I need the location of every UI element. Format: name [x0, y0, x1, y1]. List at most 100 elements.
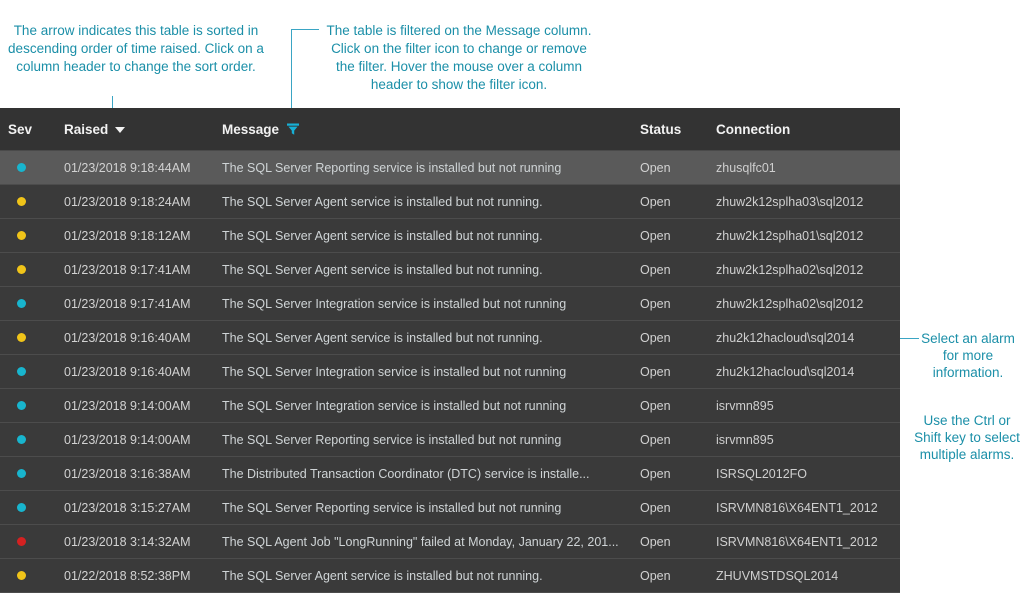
cell-message: The SQL Agent Job "LongRunning" failed a…	[222, 534, 619, 549]
table-row[interactable]: 01/23/2018 9:16:40AM The SQL Server Agent…	[0, 321, 900, 355]
table-row[interactable]: 01/23/2018 9:16:40AM The SQL Server Integ…	[0, 355, 900, 389]
cell-connection: isrvmn895	[716, 398, 774, 413]
cell-time: 01/22/2018 8:52:38PM	[64, 568, 191, 583]
cell-time: 01/23/2018 9:16:40AM	[64, 330, 191, 345]
column-header-connection[interactable]: Connection	[716, 122, 896, 137]
cell-severity	[0, 299, 64, 308]
cell-status: Open	[640, 398, 671, 413]
cell-status: Open	[640, 194, 671, 209]
cell-time: 01/23/2018 9:18:44AM	[64, 160, 191, 175]
leader-line-filter-horizontal	[291, 29, 319, 30]
severity-warning-icon	[17, 197, 26, 206]
cell-time: 01/23/2018 9:18:24AM	[64, 194, 191, 209]
cell-connection: ISRVMN816\X64ENT1_2012	[716, 500, 878, 515]
cell-message: The SQL Server Reporting service is inst…	[222, 500, 562, 515]
severity-warning-icon	[17, 265, 26, 274]
cell-status: Open	[640, 364, 671, 379]
table-row[interactable]: 01/23/2018 9:14:00AM The SQL Server Repor…	[0, 423, 900, 457]
cell-status: Open	[640, 330, 671, 345]
cell-severity	[0, 401, 64, 410]
cell-message: The SQL Server Reporting service is inst…	[222, 160, 562, 175]
cell-connection: ISRSQL2012FO	[716, 466, 808, 481]
cell-time: 01/23/2018 3:16:38AM	[64, 466, 191, 481]
severity-warning-icon	[17, 571, 26, 580]
cell-message: The SQL Server Agent service is installe…	[222, 568, 543, 583]
sort-descending-arrow-icon[interactable]	[115, 126, 126, 133]
table-row[interactable]: 01/23/2018 3:14:32AM The SQL Agent Job "L…	[0, 525, 900, 559]
cell-status: Open	[640, 534, 671, 549]
filter-funnel-icon[interactable]	[286, 122, 300, 136]
column-header-raised-label: Raised	[64, 121, 109, 137]
severity-critical-icon	[17, 537, 26, 546]
cell-connection: zhusqlfc01	[716, 160, 776, 175]
cell-time: 01/23/2018 9:17:41AM	[64, 296, 191, 311]
severity-warning-icon	[17, 333, 26, 342]
cell-message: The SQL Server Integration service is in…	[222, 398, 567, 413]
cell-message: The SQL Server Agent service is installe…	[222, 228, 543, 243]
table-header-row: Sev Raised Message Status Connection	[0, 108, 900, 151]
cell-message: The SQL Server Agent service is installe…	[222, 330, 543, 345]
table-row[interactable]: 01/23/2018 9:17:41AM The SQL Server Integ…	[0, 287, 900, 321]
column-header-raised[interactable]: Raised	[64, 122, 222, 137]
cell-connection: zhuw2k12splha03\sql2012	[716, 194, 864, 209]
column-header-sev[interactable]: Sev	[0, 122, 64, 137]
annotation-select-alarm: Select an alarm for more information.	[921, 331, 1015, 380]
severity-info-icon	[17, 435, 26, 444]
table-row[interactable]: 01/23/2018 3:15:27AM The SQL Server Repor…	[0, 491, 900, 525]
cell-status: Open	[640, 568, 671, 583]
alarms-table[interactable]: Sev Raised Message Status Connection 01/…	[0, 108, 900, 593]
cell-status: Open	[640, 262, 671, 277]
cell-severity	[0, 265, 64, 274]
cell-severity	[0, 163, 64, 172]
column-header-status[interactable]: Status	[640, 122, 716, 137]
cell-time: 01/23/2018 3:14:32AM	[64, 534, 191, 549]
table-row[interactable]: 01/23/2018 9:17:41AM The SQL Server Agent…	[0, 253, 900, 287]
column-header-connection-label: Connection	[716, 121, 791, 137]
table-row[interactable]: 01/23/2018 9:18:44AM The SQL Server Repor…	[0, 151, 900, 185]
cell-connection: ISRVMN816\X64ENT1_2012	[716, 534, 878, 549]
table-row[interactable]: 01/23/2018 9:18:12AM The SQL Server Agent…	[0, 219, 900, 253]
cell-status: Open	[640, 228, 671, 243]
column-header-status-label: Status	[640, 121, 682, 137]
cell-connection: zhu2k12hacloud\sql2014	[716, 364, 855, 379]
severity-info-icon	[17, 367, 26, 376]
cell-message: The SQL Server Reporting service is inst…	[222, 432, 562, 447]
cell-message: The SQL Server Agent service is installe…	[222, 194, 543, 209]
table-row[interactable]: 01/23/2018 9:14:00AM The SQL Server Integ…	[0, 389, 900, 423]
cell-status: Open	[640, 500, 671, 515]
cell-status: Open	[640, 296, 671, 311]
cell-severity	[0, 231, 64, 240]
cell-message: The SQL Server Integration service is in…	[222, 364, 567, 379]
table-row[interactable]: 01/23/2018 9:18:24AM The SQL Server Agent…	[0, 185, 900, 219]
severity-info-icon	[17, 401, 26, 410]
severity-info-icon	[17, 299, 26, 308]
table-body: 01/23/2018 9:18:44AM The SQL Server Repor…	[0, 151, 900, 593]
annotation-multi-select: Use the Ctrl or Shift key to select mult…	[914, 413, 1020, 462]
severity-info-icon	[17, 163, 26, 172]
cell-connection: isrvmn895	[716, 432, 774, 447]
table-row[interactable]: 01/23/2018 3:16:38AM The Distributed Tran…	[0, 457, 900, 491]
cell-connection: zhuw2k12splha02\sql2012	[716, 296, 864, 311]
cell-time: 01/23/2018 9:14:00AM	[64, 432, 191, 447]
leader-line-filter-vertical	[291, 29, 292, 97]
severity-info-icon	[17, 503, 26, 512]
cell-status: Open	[640, 160, 671, 175]
cell-severity	[0, 197, 64, 206]
table-row[interactable]: 01/22/2018 8:52:38PM The SQL Server Agent…	[0, 559, 900, 593]
cell-severity	[0, 537, 64, 546]
column-header-message[interactable]: Message	[222, 122, 640, 137]
cell-message: The Distributed Transaction Coordinator …	[222, 466, 590, 481]
cell-time: 01/23/2018 9:16:40AM	[64, 364, 191, 379]
cell-status: Open	[640, 432, 671, 447]
severity-warning-icon	[17, 231, 26, 240]
severity-info-icon	[17, 469, 26, 478]
cell-severity	[0, 333, 64, 342]
cell-severity	[0, 571, 64, 580]
screenshot-root: The arrow indicates this table is sorted…	[0, 0, 1034, 593]
column-header-sev-label: Sev	[8, 121, 33, 137]
cell-connection: ZHUVMSTDSQL2014	[716, 568, 839, 583]
cell-time: 01/23/2018 9:17:41AM	[64, 262, 191, 277]
cell-message: The SQL Server Agent service is installe…	[222, 262, 543, 277]
cell-connection: zhuw2k12splha02\sql2012	[716, 262, 864, 277]
cell-connection: zhu2k12hacloud\sql2014	[716, 330, 855, 345]
